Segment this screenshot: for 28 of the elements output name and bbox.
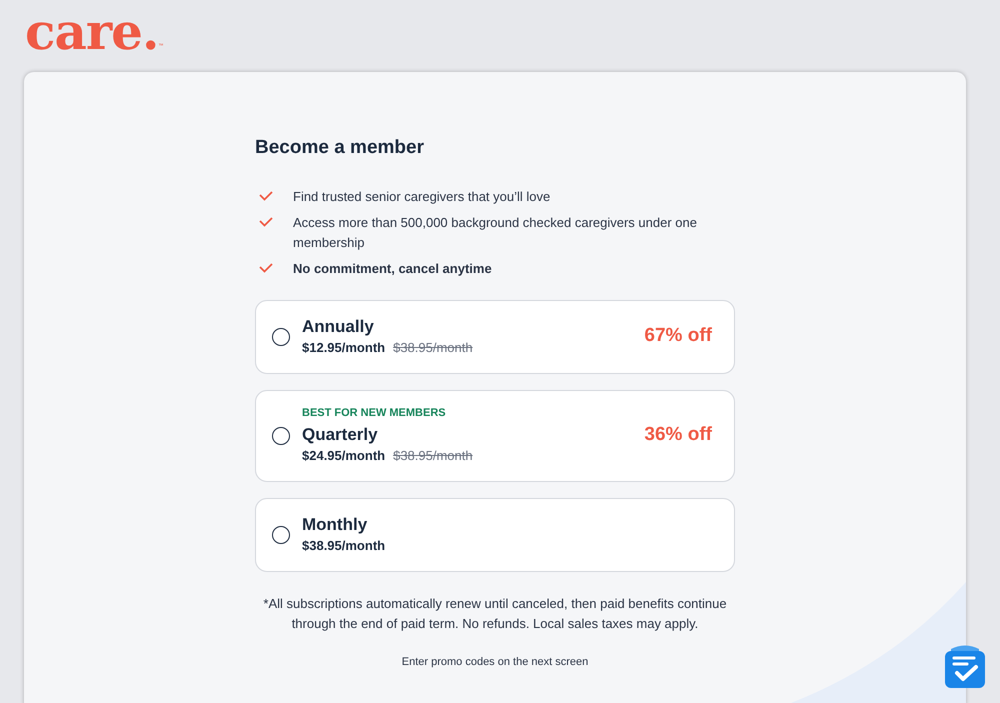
promo-note: Enter promo codes on the next screen (400, 654, 590, 670)
radio-button[interactable] (272, 426, 290, 444)
logo: care. (25, 2, 158, 62)
plan-name: Quarterly (302, 424, 379, 446)
benefit-text: Find trusted senior caregivers that you’ll love (293, 188, 550, 206)
task-list-icon[interactable] (945, 643, 985, 688)
benefit-text: No commitment, cancel anytime (293, 260, 492, 278)
discount-label: 36% off (644, 423, 712, 448)
plan-option[interactable]: Annually $12.95/month $38.95/month 67% off (255, 300, 735, 374)
plan-option[interactable]: BEST FOR NEW MEMBERS Quarterly $24.95/month $38.95/month 36% off (255, 390, 735, 482)
radio-button[interactable] (272, 328, 290, 346)
plan-price: $12.95/month (302, 338, 386, 356)
plan-highlight-label: BEST FOR NEW MEMBERS (302, 406, 446, 420)
discount-label: 67% off (644, 324, 712, 348)
benefit-text: Access more than 500,000 background checked caregivers under one membership (293, 214, 698, 252)
check-icon (259, 190, 273, 200)
plan-price: $24.95/month (302, 446, 386, 464)
check-icon (259, 216, 273, 226)
plan-name: Annually (302, 316, 375, 338)
plan-option[interactable]: Monthly $38.95/month (255, 498, 735, 572)
original-price: $38.95/month (393, 338, 473, 356)
check-icon (259, 262, 273, 272)
disclaimer-text: *All subscriptions automatically renew until canceled, then paid benefits continue through the end of paid term. No refunds. Local sales taxes may apply. (262, 594, 728, 633)
original-price: $38.95/month (393, 446, 473, 464)
plan-name: Monthly (302, 514, 368, 536)
radio-button[interactable] (272, 526, 290, 544)
page-title: Become a member (255, 136, 425, 160)
plan-price: $38.95/month (302, 536, 386, 554)
